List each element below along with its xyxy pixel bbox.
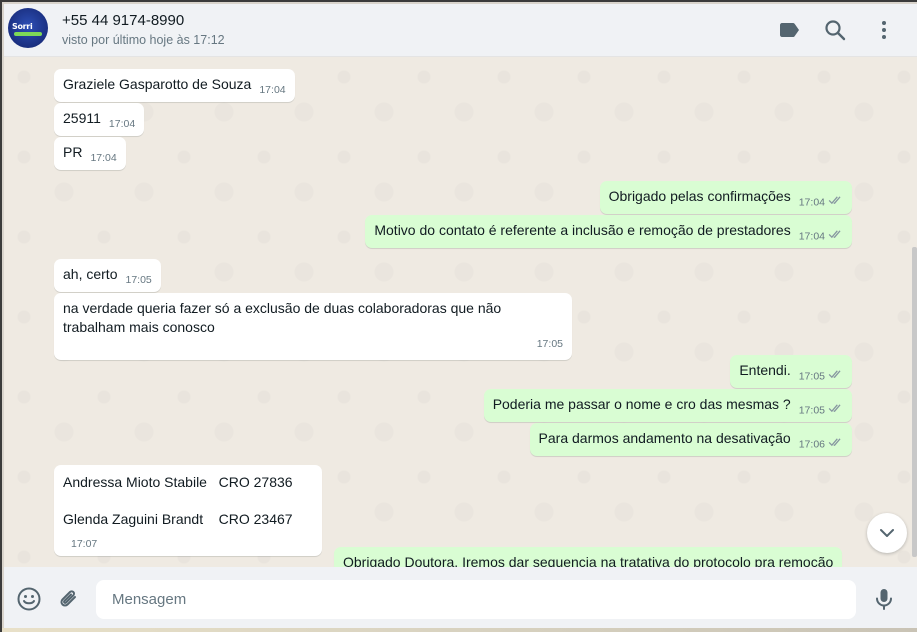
chat-scrollbar[interactable] [912,247,917,557]
composer [4,567,917,628]
double-check-icon [828,193,843,212]
paperclip-icon[interactable] [56,586,82,612]
message-text: na verdade queria fazer só a exclusão de… [63,300,502,335]
message-text: Para darmos andamento na desativação [538,430,791,446]
microphone-icon[interactable] [871,586,897,612]
message-outgoing[interactable]: Para darmos andamento na desativação 17:0… [529,423,852,456]
message-time: 17:05 [798,370,825,382]
avatar-logo-text: Sorri [12,22,33,31]
message-incoming[interactable]: 25911 17:04 [54,103,145,136]
search-icon[interactable] [823,18,847,42]
message-text: PR [63,144,83,160]
double-check-icon [828,367,843,386]
chat-header: Sorri +55 44 9174-8990 visto por último … [4,4,917,57]
kebab-menu-icon[interactable] [872,18,896,42]
message-list[interactable]: Graziele Gasparotto de Souza 17:04 25911 1… [4,57,917,567]
avatar[interactable]: Sorri [8,8,48,48]
double-check-icon [828,227,843,246]
message-time-row: 17:04 [799,193,843,212]
message-time-row: 17:04 [799,227,843,246]
avatar-logo-swoosh [14,32,42,36]
message-incoming[interactable]: Andressa Mioto Stabile CRO 27836 Glenda … [54,465,322,556]
contact-status: visto por último hoje às 17:12 [62,33,225,47]
double-check-icon [828,435,843,454]
chevron-down-icon [880,529,894,537]
whatsapp-window: Sorri +55 44 9174-8990 visto por último … [4,4,917,628]
message-time: 17:04 [90,152,117,164]
message-time: 17:04 [259,84,286,96]
message-text: Graziele Gasparotto de Souza [63,76,252,92]
scroll-to-bottom-button[interactable] [867,513,907,553]
message-outgoing[interactable]: Obrigado Doutora. Iremos dar sequencia n… [334,547,843,567]
taskbar-strip [2,628,917,632]
message-time: 17:04 [108,118,136,130]
emoji-icon[interactable] [16,586,42,612]
message-time: 17:06 [798,438,825,450]
message-incoming[interactable]: PR 17:04 [54,137,126,170]
message-text: 25911 [63,110,101,126]
message-line-2: Glenda Zaguini Brandt CRO 23467 [63,511,293,527]
message-outgoing[interactable]: Motivo do contato é referente a inclusão… [365,215,852,248]
message-input[interactable] [96,580,856,619]
message-incoming[interactable]: na verdade queria fazer só a exclusão de… [54,293,572,360]
message-time-row: 17:06 [799,435,843,454]
message-outgoing[interactable]: Poderia me passar o nome e cro das mesma… [483,389,852,422]
message-time: 17:04 [798,230,825,242]
message-time: 17:07 [71,538,98,550]
message-incoming[interactable]: Graziele Gasparotto de Souza 17:04 [54,69,295,102]
message-time: 17:04 [798,196,825,208]
message-time: 17:05 [125,274,152,286]
message-time: 17:05 [536,338,563,350]
message-text: Entendi. [739,362,791,378]
message-text: ah, certo [63,266,118,282]
contact-name[interactable]: +55 44 9174-8990 [62,12,184,29]
message-incoming[interactable]: ah, certo 17:05 [54,259,161,292]
message-text: Poderia me passar o nome e cro das mesma… [492,396,791,412]
label-icon[interactable] [777,18,801,42]
message-text: Motivo do contato é referente a inclusão… [374,222,791,238]
message-time: 17:05 [798,404,825,416]
message-outgoing[interactable]: Obrigado pelas confirmações 17:04 [599,181,852,214]
message-time-row: 17:05 [799,401,843,420]
message-line-1: Andressa Mioto Stabile CRO 27836 [63,474,293,490]
message-time-row: 17:05 [799,367,843,386]
double-check-icon [828,401,843,420]
message-outgoing[interactable]: Entendi. 17:05 [730,355,852,388]
message-text: Obrigado pelas confirmações [608,188,791,204]
message-text: Obrigado Doutora. Iremos dar sequencia n… [343,554,834,567]
